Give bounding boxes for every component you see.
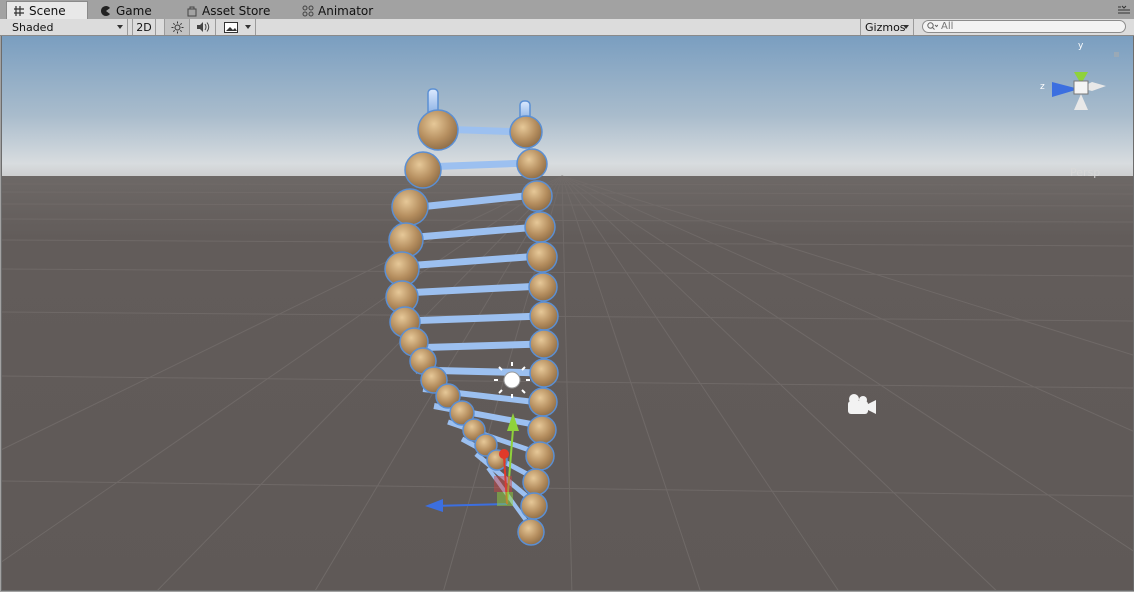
tab-scene[interactable]: Scene: [6, 1, 88, 20]
gizmos-label: Gizmos: [865, 20, 906, 34]
draw-mode-dropdown[interactable]: Shaded: [6, 19, 128, 35]
sky: [2, 36, 1133, 181]
chevron-down-icon: [245, 25, 251, 29]
effects-dropdown[interactable]: [216, 19, 256, 35]
window-menu-icon[interactable]: [1118, 5, 1130, 15]
search-icon: [927, 22, 938, 30]
image-icon: [224, 21, 238, 33]
editor-tab-bar: Scene Game Asset Store Animator: [0, 0, 1134, 20]
tab-animator[interactable]: Animator: [296, 2, 386, 19]
tab-asset-store[interactable]: Asset Store: [180, 2, 284, 19]
tab-label: Asset Store: [202, 3, 271, 18]
scene-toolbar: Shaded 2D Gizmos: [0, 19, 1134, 36]
2d-label: 2D: [136, 20, 152, 34]
tab-label: Game: [116, 3, 152, 18]
search-input[interactable]: [941, 21, 1111, 32]
scene-search-field[interactable]: [922, 20, 1126, 33]
grid-icon: [14, 6, 24, 16]
sun-icon: [171, 21, 183, 33]
scene-canvas[interactable]: [2, 36, 1133, 590]
2d-toggle-button[interactable]: 2D: [132, 19, 156, 35]
audio-toggle-button[interactable]: [190, 19, 216, 35]
x-axis-handle[interactable]: [499, 449, 509, 459]
bag-icon: [187, 6, 197, 16]
tab-label: Scene: [29, 4, 66, 18]
pacman-icon: [101, 5, 110, 16]
gizmo-center-cube[interactable]: [1073, 80, 1089, 95]
plane-handle-xz[interactable]: [497, 492, 513, 506]
ground-plane: [2, 176, 1133, 590]
tab-game[interactable]: Game: [94, 2, 164, 19]
gizmo-y-label: y: [1078, 41, 1084, 51]
tab-label: Animator: [318, 3, 374, 18]
scene-viewport[interactable]: Persp y z: [1, 36, 1134, 591]
draw-mode-value: Shaded: [12, 20, 54, 34]
speaker-icon: [196, 22, 209, 32]
chevron-down-icon: [117, 25, 123, 29]
projection-label[interactable]: Persp: [1070, 166, 1100, 179]
gizmo-lock-icon[interactable]: [1114, 52, 1119, 57]
plane-handle-xy[interactable]: [494, 476, 512, 492]
nodes-icon: [302, 5, 314, 16]
gizmo-z-label: z: [1040, 82, 1045, 92]
gizmos-dropdown[interactable]: Gizmos: [860, 19, 914, 35]
lighting-toggle-button[interactable]: [164, 19, 190, 35]
chevron-down-icon: [903, 25, 909, 29]
